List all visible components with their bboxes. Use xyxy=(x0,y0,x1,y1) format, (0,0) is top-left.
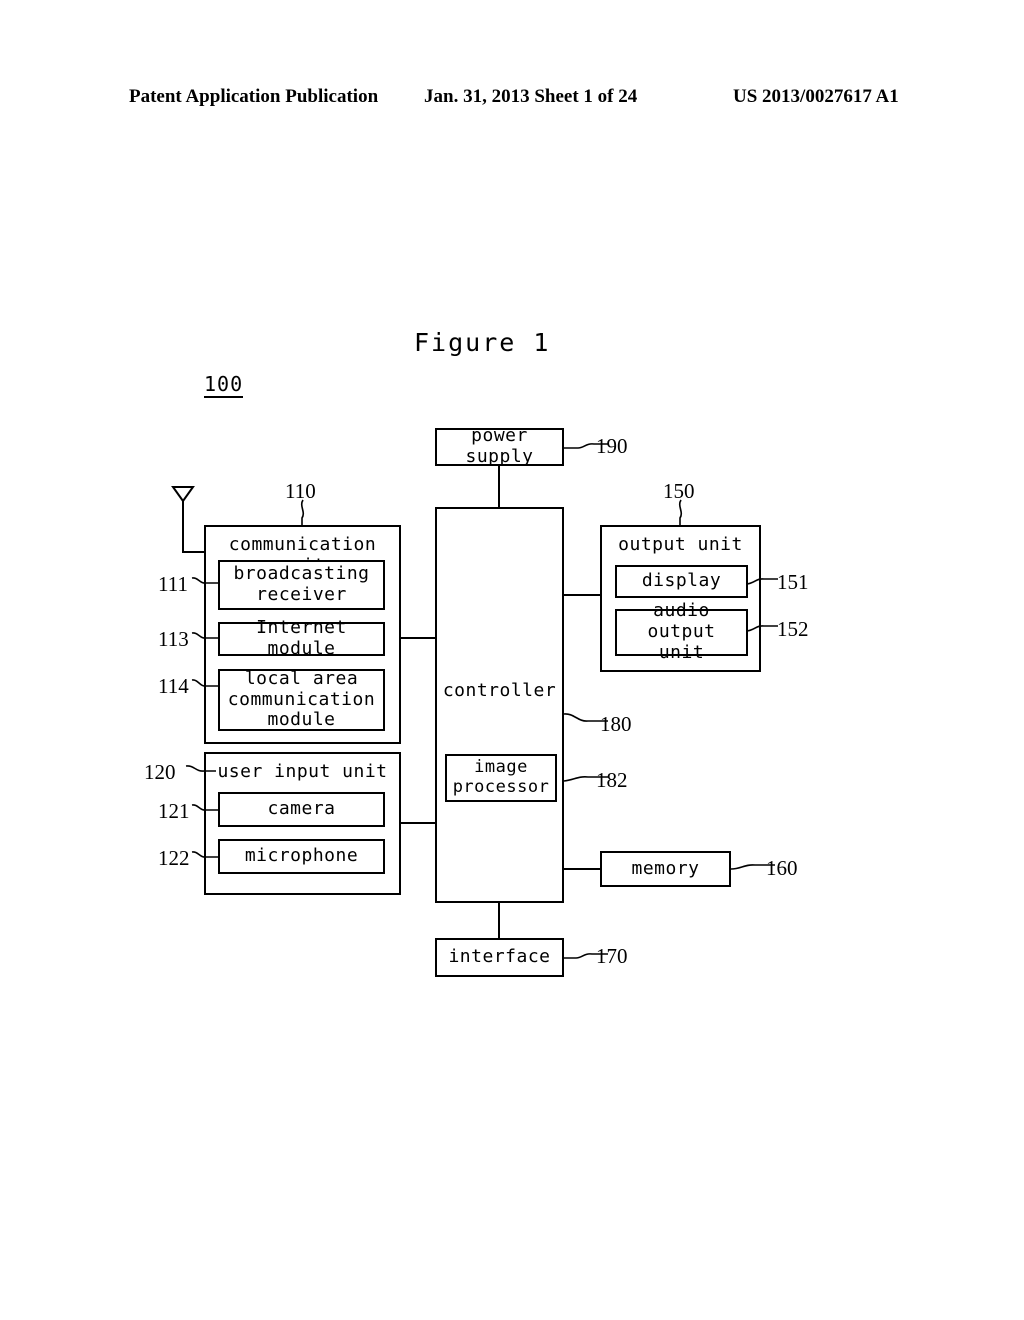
antenna-icon xyxy=(171,486,195,551)
broadcasting-receiver-ref: 111 xyxy=(158,572,188,596)
user-input-unit-ref: 120 xyxy=(144,760,176,784)
user-input-unit-label: user input unit xyxy=(217,761,388,782)
output-unit-block[interactable]: output unit display audio output unit xyxy=(600,525,761,672)
user-input-unit-block[interactable]: user input unit camera microphone xyxy=(204,752,401,895)
internet-module-block[interactable]: Internet module xyxy=(218,617,385,659)
image-processor-ref: 182 xyxy=(596,768,628,792)
figure-title: Figure 1 xyxy=(414,328,551,357)
display-label: display xyxy=(641,570,722,592)
antenna-lead-horizontal xyxy=(182,551,206,553)
local-area-communication-module-ref: 114 xyxy=(158,674,189,698)
display-block[interactable]: display xyxy=(615,565,748,598)
user-input-unit-leader xyxy=(185,765,216,772)
output-unit-label: output unit xyxy=(618,534,743,555)
power-supply-block[interactable]: power supply xyxy=(435,425,564,467)
date-sheet-label: Jan. 31, 2013 Sheet 1 of 24 xyxy=(424,86,638,107)
user-input-to-controller-line xyxy=(400,822,436,824)
memory-label: memory xyxy=(631,857,700,879)
camera-label: camera xyxy=(267,798,336,820)
camera-leader xyxy=(191,804,218,811)
system-reference-number: 100 xyxy=(204,372,244,398)
audio-output-unit-ref: 152 xyxy=(777,617,809,641)
communication-unit-block[interactable]: communication unit broadcasting receiver… xyxy=(204,525,401,744)
image-processor-block[interactable]: image processor xyxy=(445,754,557,802)
publication-label: Patent Application Publication xyxy=(129,86,379,107)
controller-to-output-line xyxy=(563,594,601,596)
controller-block[interactable]: controller image processor xyxy=(435,507,564,903)
interface-label: interface xyxy=(448,946,551,968)
camera-block[interactable]: camera xyxy=(218,792,385,827)
internet-module-ref: 113 xyxy=(158,627,189,651)
audio-output-unit-label-line2: unit xyxy=(658,641,705,663)
display-ref: 151 xyxy=(777,570,809,594)
local-area-communication-module-block[interactable]: local area communication module xyxy=(218,667,385,731)
controller-to-interface-line xyxy=(498,903,500,939)
broadcasting-receiver-block[interactable]: broadcasting receiver xyxy=(218,560,385,610)
page-header: Patent Application Publication Jan. 31, … xyxy=(0,86,1024,116)
output-unit-leader xyxy=(678,499,683,526)
internet-module-leader xyxy=(191,632,218,639)
memory-block[interactable]: memory xyxy=(600,851,731,887)
communication-to-controller-line xyxy=(400,637,436,639)
controller-ref: 180 xyxy=(600,712,632,736)
broadcasting-receiver-label-line2: receiver xyxy=(256,584,347,605)
interface-ref: 170 xyxy=(596,944,628,968)
image-processor-label-line2: processor xyxy=(452,777,550,797)
microphone-ref: 122 xyxy=(158,846,190,870)
microphone-leader xyxy=(191,851,218,858)
controller-to-memory-line xyxy=(563,868,601,870)
camera-ref: 121 xyxy=(158,799,190,823)
communication-unit-leader xyxy=(300,499,305,526)
broadcasting-receiver-leader xyxy=(191,577,218,584)
power-supply-ref: 190 xyxy=(596,434,628,458)
image-processor-label-line1: image xyxy=(474,757,528,778)
broadcasting-receiver-label-line1: broadcasting xyxy=(233,563,370,585)
interface-block[interactable]: interface xyxy=(435,938,564,977)
microphone-block[interactable]: microphone xyxy=(218,839,385,874)
power-to-controller-line xyxy=(498,466,500,508)
controller-label: controller xyxy=(442,680,557,701)
display-leader xyxy=(745,578,778,585)
memory-ref: 160 xyxy=(766,856,798,880)
internet-module-label: Internet module xyxy=(256,617,347,659)
audio-output-unit-label-line1: audio output xyxy=(647,600,716,643)
local-area-module-label-line3: module xyxy=(267,709,336,731)
audio-output-unit-leader xyxy=(745,625,778,632)
power-supply-label: power supply xyxy=(465,425,534,467)
publication-number: US 2013/0027617 A1 xyxy=(733,86,899,107)
audio-output-unit-block[interactable]: audio output unit xyxy=(615,601,748,663)
local-area-module-label-line1: local area xyxy=(244,667,359,689)
microphone-label: microphone xyxy=(244,845,359,867)
local-area-module-leader xyxy=(191,679,218,687)
local-area-module-label-line2: communication xyxy=(227,688,376,710)
